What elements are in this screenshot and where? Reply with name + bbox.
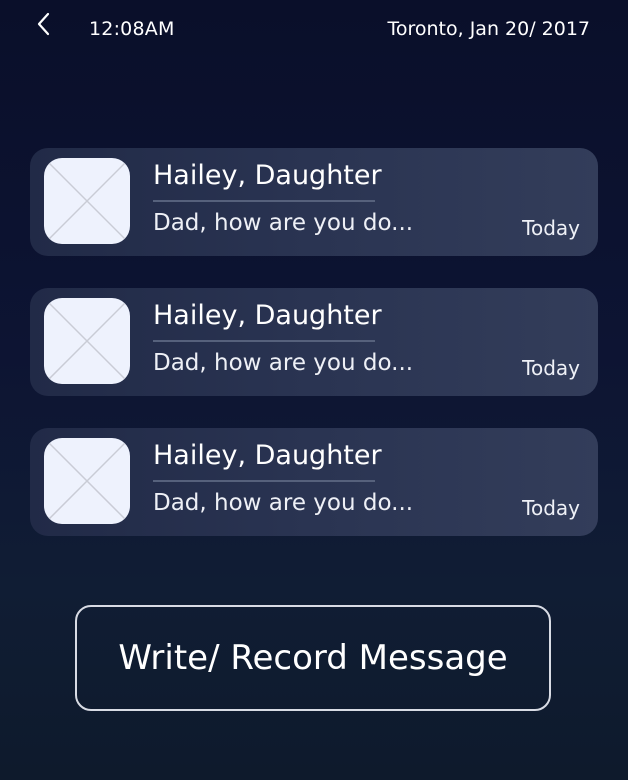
image-placeholder-icon xyxy=(44,298,130,384)
message-preview: Dad, how are you do... xyxy=(153,210,414,236)
sender-name: Hailey, Daughter xyxy=(153,300,382,331)
write-record-message-button[interactable]: Write/ Record Message xyxy=(75,605,551,711)
status-time: 12:08AM xyxy=(89,18,175,40)
message-preview: Dad, how are you do... xyxy=(153,350,414,376)
divider xyxy=(153,200,375,202)
image-placeholder-icon xyxy=(44,158,130,244)
message-item[interactable]: Hailey, Daughter Dad, how are you do... … xyxy=(30,148,598,256)
chevron-left-icon xyxy=(28,8,62,42)
message-date: Today xyxy=(522,216,580,240)
message-item[interactable]: Hailey, Daughter Dad, how are you do... … xyxy=(30,428,598,536)
message-date: Today xyxy=(522,356,580,380)
divider xyxy=(153,480,375,482)
avatar xyxy=(44,438,130,524)
image-placeholder-icon xyxy=(44,438,130,524)
sender-name: Hailey, Daughter xyxy=(153,440,382,471)
avatar xyxy=(44,298,130,384)
message-list: Hailey, Daughter Dad, how are you do... … xyxy=(30,148,598,568)
message-item[interactable]: Hailey, Daughter Dad, how are you do... … xyxy=(30,288,598,396)
sender-name: Hailey, Daughter xyxy=(153,160,382,191)
divider xyxy=(153,340,375,342)
message-date: Today xyxy=(522,496,580,520)
message-preview: Dad, how are you do... xyxy=(153,490,414,516)
location-date: Toronto, Jan 20/ 2017 xyxy=(387,18,590,40)
back-button[interactable] xyxy=(28,8,62,42)
status-bar: 12:08AM Toronto, Jan 20/ 2017 xyxy=(0,0,628,60)
avatar xyxy=(44,158,130,244)
